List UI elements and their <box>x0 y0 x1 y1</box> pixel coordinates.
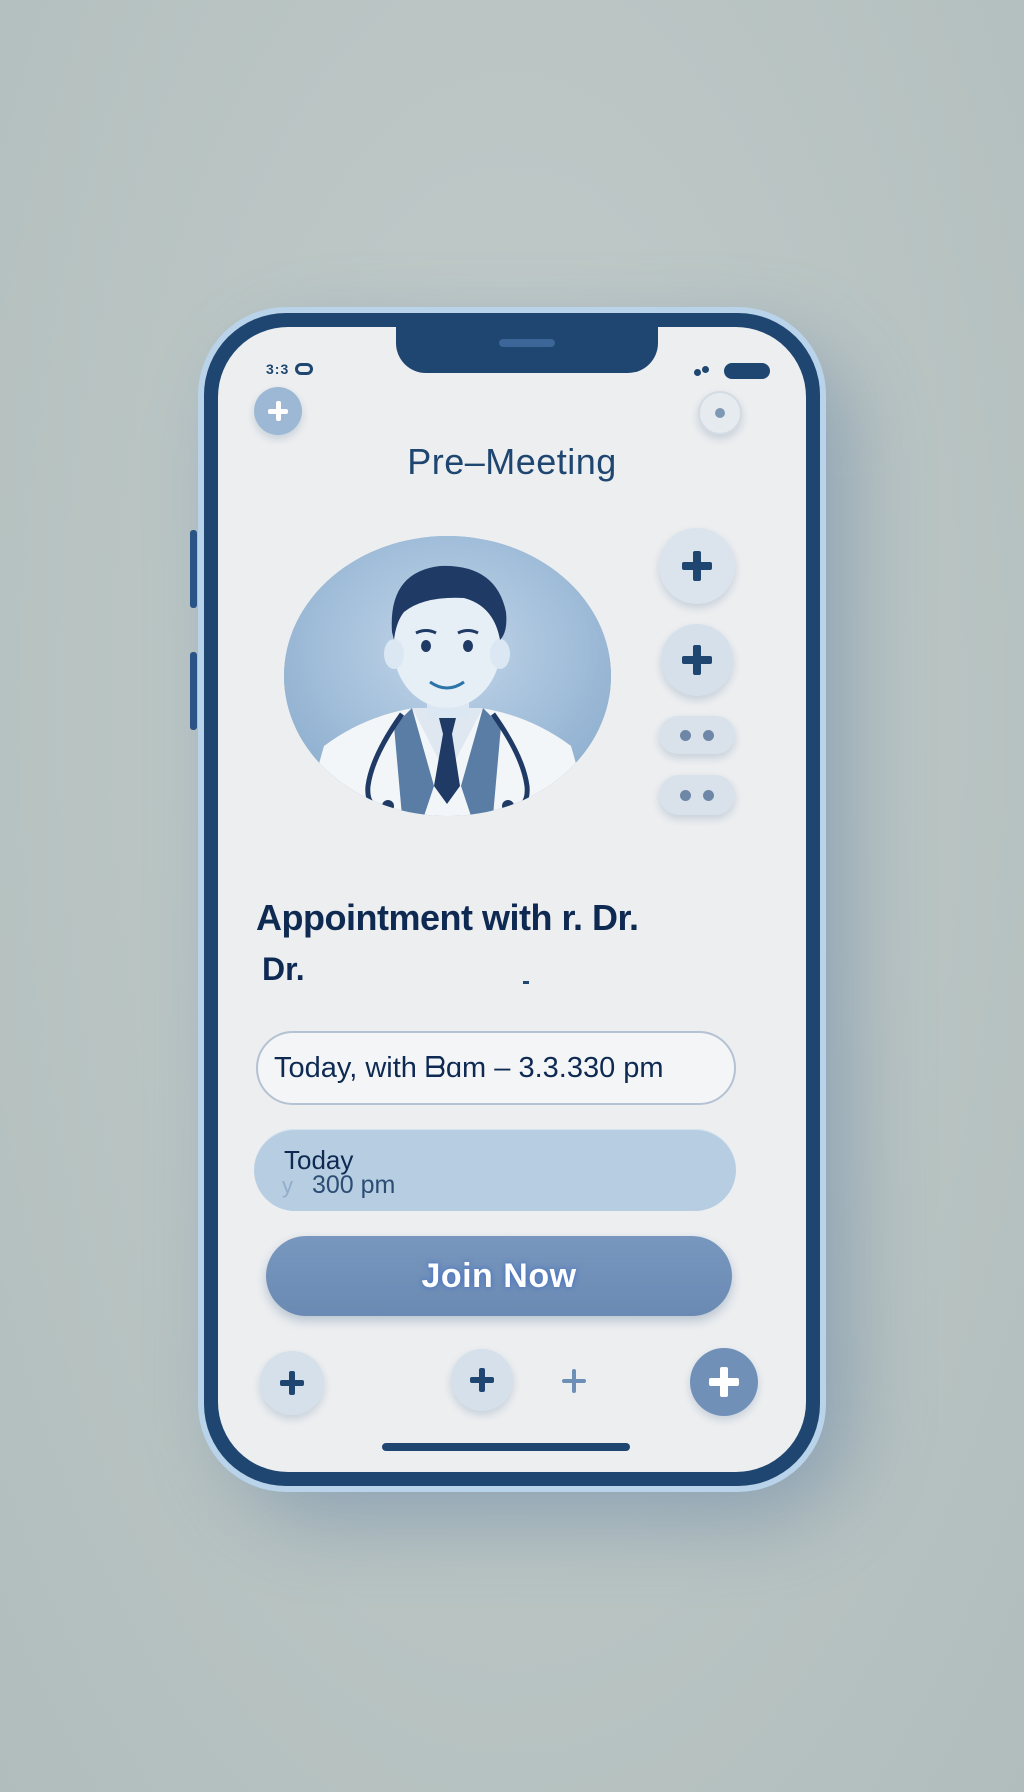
appointment-time-text: Today, with ᗷɑm – 3.3.330 pm <box>274 1051 664 1084</box>
signal-icon <box>694 366 710 376</box>
speaker <box>499 339 555 347</box>
doctor-name: Dr. <box>262 951 305 987</box>
phone-bezel: 3:3 Pre–Meeting Appointment with r. Dr. … <box>204 313 820 1486</box>
plus-icon <box>470 1368 494 1392</box>
appointment-title: Appointment with r. Dr. <box>256 897 639 938</box>
plus-icon <box>682 645 712 675</box>
side-plus-button-1[interactable] <box>659 528 735 604</box>
plus-icon <box>709 1367 739 1397</box>
page-title: Pre–Meeting <box>407 441 617 482</box>
bottom-nav-button-2[interactable] <box>451 1349 513 1411</box>
today-ghost-text: y <box>282 1173 293 1198</box>
side-plus-button-2[interactable] <box>661 624 733 696</box>
status-time: 3:3 <box>266 361 314 377</box>
dash-mark <box>523 981 529 984</box>
screen: 3:3 Pre–Meeting Appointment with r. Dr. … <box>218 327 806 1472</box>
side-button-upper <box>190 530 197 608</box>
top-left-plus-button[interactable] <box>254 387 302 435</box>
plus-icon <box>562 1369 586 1393</box>
doctor-avatar <box>284 536 611 816</box>
today-time: 300 pm <box>312 1171 396 1199</box>
bottom-nav-button-1[interactable] <box>260 1351 324 1415</box>
dots-icon <box>680 789 714 801</box>
bottom-nav-button-4[interactable] <box>690 1348 758 1416</box>
bottom-nav-button-3[interactable] <box>562 1369 586 1393</box>
status-ring-icon <box>295 363 314 375</box>
appointment-time-field[interactable]: Today, with ᗷɑm – 3.3.330 pm <box>256 1031 736 1105</box>
home-indicator[interactable] <box>382 1443 630 1451</box>
notch <box>396 327 658 373</box>
join-now-button[interactable]: Join Now <box>266 1236 732 1316</box>
status-indicators <box>694 363 770 379</box>
side-dots-button-1[interactable] <box>659 716 735 754</box>
status-time-text: 3:3 <box>266 361 290 377</box>
plus-icon <box>268 401 288 421</box>
dot-icon <box>715 408 725 418</box>
doctor-illustration <box>284 536 611 816</box>
today-card[interactable]: Today y 300 pm <box>254 1129 736 1211</box>
battery-icon <box>724 363 770 379</box>
side-dots-button-2[interactable] <box>659 775 735 815</box>
phone-frame: 3:3 Pre–Meeting Appointment with r. Dr. … <box>198 307 826 1492</box>
plus-icon <box>280 1371 304 1395</box>
plus-icon <box>682 551 712 581</box>
dots-icon <box>680 729 714 741</box>
side-button-lower <box>190 652 197 730</box>
top-right-options-button[interactable] <box>698 391 742 435</box>
